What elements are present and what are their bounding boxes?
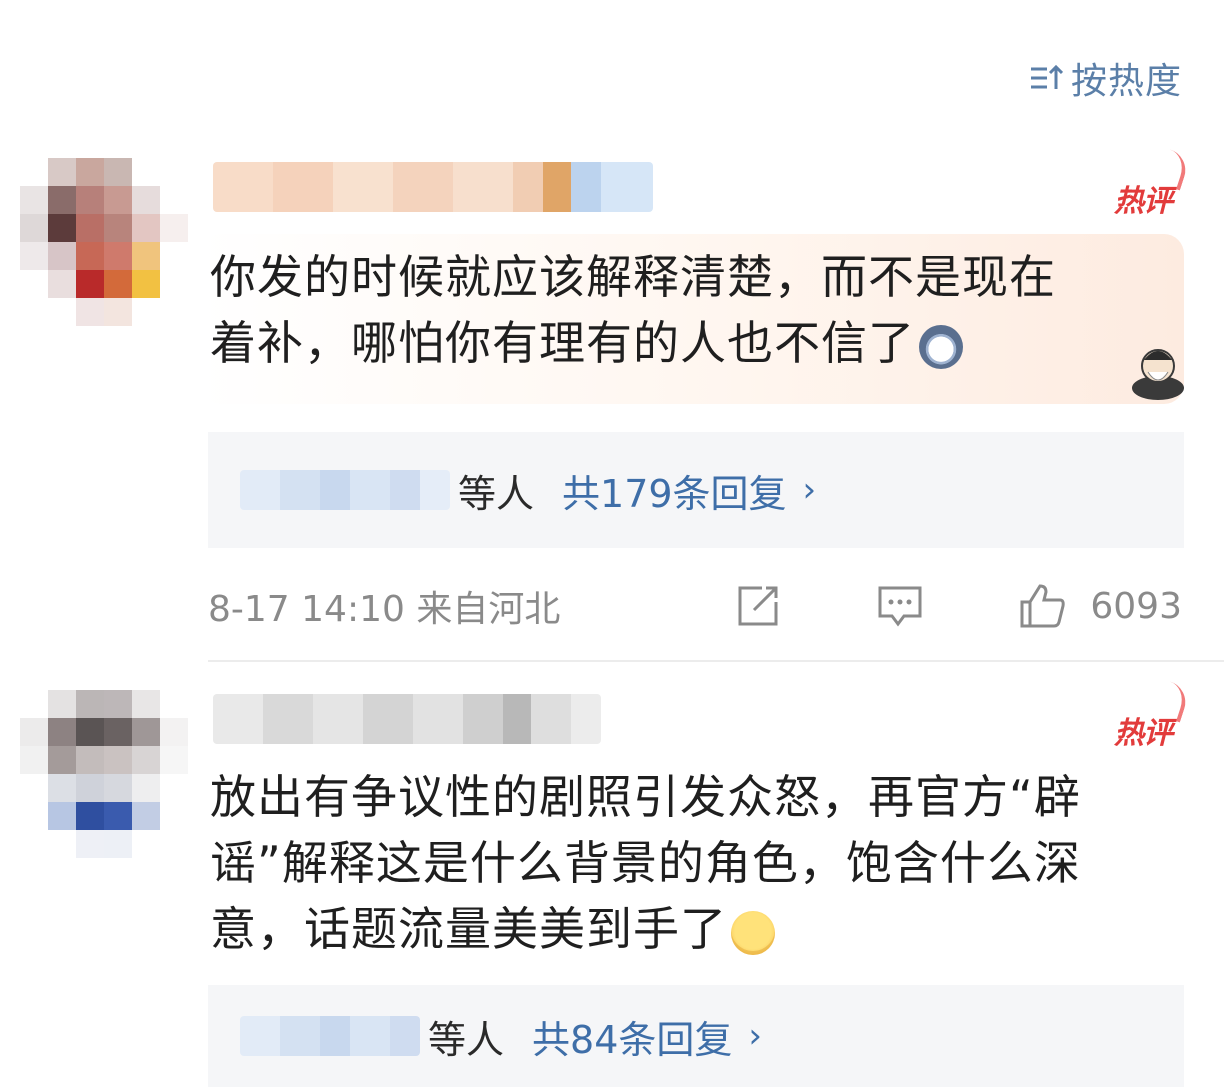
- hot-comment-badge: 热评: [1114, 708, 1173, 752]
- replies-summary[interactable]: 等人 共84条回复 ›: [208, 985, 1184, 1087]
- sage-mascot-icon: [1132, 349, 1184, 400]
- chevron-right-icon: ›: [802, 470, 817, 510]
- replier-suffix: 等人: [428, 1017, 505, 1062]
- reply-button[interactable]: [874, 580, 926, 632]
- share-icon: [738, 586, 778, 626]
- like-count: 6093: [1090, 585, 1182, 627]
- chevron-right-icon: ›: [748, 1016, 762, 1056]
- hot-comment-badge: 热评: [1114, 176, 1173, 220]
- reply-count-link[interactable]: 共179条回复: [562, 463, 787, 518]
- comment-meta: 8-17 14:10 来自河北 6093: [208, 578, 1182, 634]
- comment-line: 你发的时候就应该解释清楚，而不是现在: [210, 250, 1056, 304]
- comment-line-text: 意，话题流量美美到手了: [210, 902, 727, 956]
- share-button[interactable]: [732, 580, 784, 632]
- thumbs-up-icon: [1020, 584, 1066, 628]
- username-blurred[interactable]: [213, 162, 653, 212]
- divider: [208, 660, 1224, 662]
- comment-icon: [878, 586, 922, 627]
- reply-count-link[interactable]: 共84条回复: [532, 1009, 732, 1064]
- avatar[interactable]: [20, 158, 188, 326]
- replier-suffix: 等人: [458, 471, 535, 516]
- replies-summary[interactable]: 等人 共179条回复 ›: [208, 432, 1184, 548]
- sort-icon: [1030, 64, 1063, 89]
- comment-text: 放出有争议性的剧照引发众怒，再官方“辟 谣”解释这是什么背景的角色，饱含什么深 …: [210, 764, 1081, 962]
- username-blurred[interactable]: [213, 694, 601, 744]
- replier-names-blurred: [240, 1016, 420, 1056]
- comment-line: 意，话题流量美美到手了: [210, 896, 1081, 962]
- avatar[interactable]: [20, 690, 188, 858]
- replier-names-blurred: [240, 470, 450, 510]
- comment-line: 放出有争议性的剧照引发众怒，再官方“辟: [210, 770, 1081, 824]
- comment-line: 着补，哪怕你有理有的人也不信了: [210, 310, 1056, 376]
- like-button[interactable]: 6093: [1016, 580, 1182, 632]
- smile-emoji: [731, 910, 775, 955]
- sort-by-hot-button[interactable]: 按热度: [1029, 52, 1182, 104]
- comment-text: 你发的时候就应该解释清楚，而不是现在 着补，哪怕你有理有的人也不信了: [210, 244, 1056, 376]
- sort-label: 按热度: [1070, 61, 1182, 102]
- comment-time-location: 8-17 14:10 来自河北: [208, 589, 561, 630]
- comment-line: 谣”解释这是什么背景的角色，饱含什么深: [210, 836, 1081, 890]
- comment-line-text: 着补，哪怕你有理有的人也不信了: [210, 316, 915, 370]
- scared-face-emoji: [919, 324, 963, 369]
